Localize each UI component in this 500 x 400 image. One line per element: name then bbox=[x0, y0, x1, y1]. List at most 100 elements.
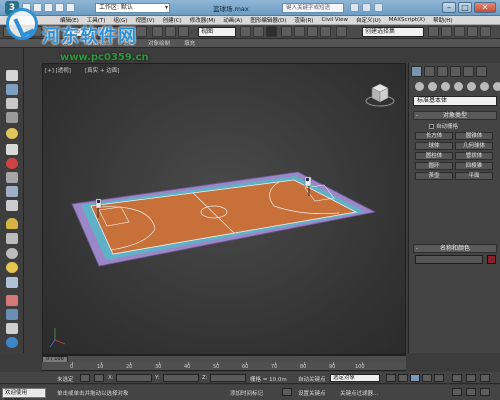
box-button[interactable]: 长方体 bbox=[415, 132, 453, 140]
cameras-icon[interactable] bbox=[454, 82, 463, 91]
create-tab-icon[interactable] bbox=[411, 66, 422, 77]
lock-selection-icon[interactable] bbox=[80, 374, 90, 382]
key-mode-dropdown[interactable]: 选定对象 bbox=[330, 374, 380, 382]
reference-coordinate-dropdown[interactable]: 视图 bbox=[198, 27, 236, 37]
field-of-view-icon[interactable] bbox=[452, 388, 462, 396]
menu-graph-editors[interactable]: 图形编辑器(D) bbox=[250, 16, 286, 24]
cylinder-button[interactable]: 圆柱体 bbox=[415, 152, 453, 160]
open-file-icon[interactable] bbox=[33, 3, 42, 12]
named-selection-set-dropdown[interactable]: 创建选择集 bbox=[362, 27, 424, 37]
lights-icon[interactable] bbox=[441, 82, 450, 91]
modify-tab-icon[interactable] bbox=[424, 66, 435, 77]
bone-filter-icon[interactable] bbox=[6, 218, 18, 229]
window-crossing-icon[interactable] bbox=[136, 26, 147, 37]
menu-modifiers[interactable]: 修改器(M) bbox=[190, 16, 216, 24]
star-icon[interactable] bbox=[362, 3, 371, 12]
menu-views[interactable]: 视图(V) bbox=[136, 16, 155, 24]
percent-snap-icon[interactable] bbox=[307, 26, 318, 37]
rotate-icon[interactable] bbox=[165, 26, 176, 37]
sun-icon[interactable] bbox=[6, 262, 18, 273]
pivot-center-icon[interactable] bbox=[240, 26, 251, 37]
primitive-type-dropdown[interactable]: 标准基本体 bbox=[413, 96, 497, 106]
particle-filter-icon[interactable] bbox=[6, 248, 18, 259]
goto-end-icon[interactable] bbox=[434, 374, 444, 382]
x-coordinate-field[interactable] bbox=[116, 374, 152, 382]
next-frame-icon[interactable] bbox=[422, 374, 432, 382]
shapes-icon[interactable] bbox=[428, 82, 437, 91]
move-icon[interactable] bbox=[152, 26, 163, 37]
basketball-court[interactable] bbox=[43, 64, 407, 356]
undo-icon[interactable] bbox=[55, 3, 64, 12]
plane-button[interactable]: 平面 bbox=[455, 172, 493, 180]
absolute-mode-icon[interactable] bbox=[94, 374, 104, 382]
ribbon-tab-populate[interactable]: 填充 bbox=[184, 39, 195, 47]
play-icon[interactable] bbox=[410, 374, 420, 382]
layer-filter-icon[interactable] bbox=[6, 323, 18, 334]
menu-create[interactable]: 创建(C) bbox=[163, 16, 182, 24]
pan-icon[interactable] bbox=[480, 374, 490, 382]
cone-button[interactable]: 圆锥体 bbox=[455, 132, 493, 140]
time-slider-track[interactable]: 0 / 100 bbox=[42, 355, 406, 363]
utilities-tab-icon[interactable] bbox=[476, 66, 487, 77]
object-type-rollout[interactable]: - 对象类型 bbox=[413, 111, 497, 120]
keyboard-shortcut-icon[interactable] bbox=[266, 26, 277, 37]
angle-snap-icon[interactable] bbox=[294, 26, 305, 37]
track-bar[interactable]: 0 10 20 30 40 50 60 70 80 90 100 bbox=[42, 362, 406, 371]
menu-civil-view[interactable]: Civil View bbox=[321, 17, 347, 23]
curve-editor-icon[interactable] bbox=[467, 26, 478, 37]
pyramid-button[interactable]: 四棱锥 bbox=[455, 162, 493, 170]
spinner-snap-icon[interactable] bbox=[320, 26, 331, 37]
walkthrough-icon[interactable] bbox=[466, 388, 476, 396]
menu-maxscript[interactable]: MAXScript(X) bbox=[389, 17, 425, 23]
object-name-field[interactable] bbox=[415, 255, 483, 264]
snap-toggle-icon[interactable] bbox=[281, 26, 292, 37]
menu-customize[interactable]: 自定义(U) bbox=[356, 16, 381, 24]
set-key-button[interactable]: 设置关键点 bbox=[298, 389, 326, 397]
previous-frame-icon[interactable] bbox=[398, 374, 408, 382]
hidden-filter-icon[interactable] bbox=[6, 309, 18, 320]
binoculars-icon[interactable] bbox=[350, 3, 359, 12]
goto-start-icon[interactable] bbox=[386, 374, 396, 382]
scene-explorer-icon[interactable] bbox=[6, 70, 18, 81]
zoom-icon[interactable] bbox=[452, 374, 462, 382]
add-time-tag-button[interactable]: 添加时间标记 bbox=[230, 389, 263, 397]
maxscript-listener[interactable]: 欢迎使用 MAXSc bbox=[2, 388, 46, 400]
select-manipulate-icon[interactable] bbox=[253, 26, 264, 37]
helpers-icon[interactable] bbox=[467, 82, 476, 91]
material-editor-icon[interactable] bbox=[480, 26, 491, 37]
perspective-viewport[interactable]: [+] [透视] [真实 + 边面] bbox=[42, 63, 406, 355]
container-filter-icon[interactable] bbox=[6, 277, 18, 288]
light-bulb-icon[interactable] bbox=[6, 128, 18, 139]
hierarchy-tab-icon[interactable] bbox=[437, 66, 448, 77]
torus-button[interactable]: 圆环 bbox=[415, 162, 453, 170]
geometry-icon[interactable] bbox=[415, 82, 424, 91]
spacewarps-icon[interactable] bbox=[480, 82, 489, 91]
object-color-swatch[interactable] bbox=[487, 255, 496, 264]
menu-help[interactable]: 帮助(H) bbox=[433, 16, 452, 24]
help-icon[interactable] bbox=[374, 3, 383, 12]
edit-named-selection-icon[interactable] bbox=[336, 26, 347, 37]
ribbon-tab-object-paint[interactable]: 对象绘制 bbox=[148, 39, 170, 47]
name-color-rollout[interactable]: - 名称和颜色 bbox=[413, 244, 497, 253]
display-none-icon[interactable] bbox=[6, 98, 18, 109]
display-tab-icon[interactable] bbox=[463, 66, 474, 77]
teapot-button[interactable]: 茶壶 bbox=[415, 172, 453, 180]
maximize-button[interactable]: □ bbox=[458, 2, 472, 13]
menu-rendering[interactable]: 渲染(R) bbox=[294, 16, 313, 24]
key-filters-button[interactable]: 关键点过滤器... bbox=[340, 389, 378, 397]
group-filter-icon[interactable] bbox=[6, 186, 18, 197]
sort-icon[interactable] bbox=[6, 84, 18, 95]
tube-button[interactable]: 管状体 bbox=[455, 152, 493, 160]
geometry-filter-icon[interactable] bbox=[6, 112, 18, 123]
shape-filter-icon[interactable] bbox=[6, 233, 18, 244]
menu-animation[interactable]: 动画(A) bbox=[223, 16, 242, 24]
minimize-button[interactable]: – bbox=[442, 2, 456, 13]
y-coordinate-field[interactable] bbox=[163, 374, 199, 382]
align-icon[interactable] bbox=[441, 26, 452, 37]
helper-filter-icon[interactable] bbox=[6, 158, 18, 169]
autogrid-checkbox[interactable]: 自动栅格 bbox=[429, 122, 458, 130]
layer-explorer-icon[interactable] bbox=[454, 26, 465, 37]
key-icon[interactable] bbox=[282, 388, 292, 396]
search-input[interactable]: 键入关键字或短语 bbox=[282, 3, 344, 13]
geosphere-button[interactable]: 几何球体 bbox=[455, 142, 493, 150]
